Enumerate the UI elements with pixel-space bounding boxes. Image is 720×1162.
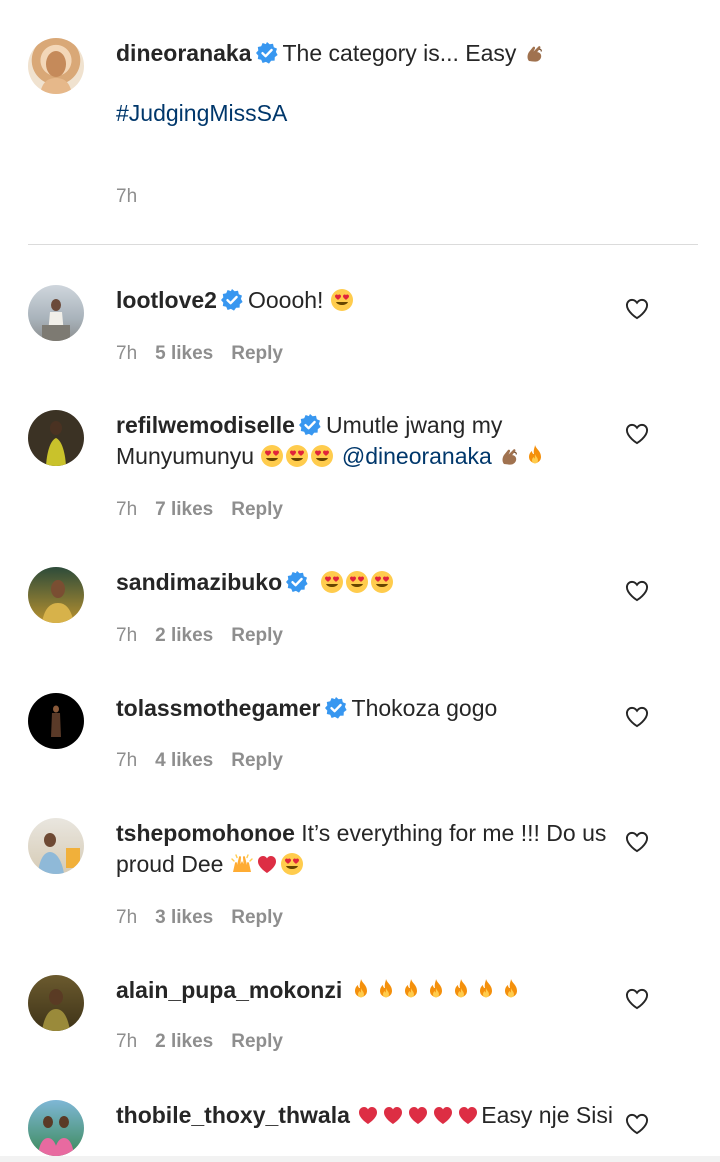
comment-username[interactable]: tshepomohonoe — [116, 820, 295, 846]
mention-link[interactable]: @dineoranaka — [342, 443, 492, 469]
heart-eyes-emoji — [311, 445, 334, 467]
red-heart-emoji — [359, 1107, 378, 1124]
avatar[interactable] — [28, 693, 84, 749]
reply-button[interactable]: Reply — [231, 750, 283, 771]
heart-outline-icon[interactable] — [624, 422, 650, 446]
comment-meta: 7h 4 likes Reply — [116, 750, 301, 772]
heart-eyes-emoji — [280, 853, 303, 875]
comment-text: sandimazibuko — [116, 567, 616, 598]
fire-emoji — [404, 979, 417, 998]
avatar[interactable] — [28, 410, 84, 466]
fire-emoji — [454, 979, 467, 998]
comment-time: 7h — [116, 750, 138, 771]
fire-emoji — [479, 979, 492, 998]
heart-outline-icon[interactable] — [624, 297, 650, 321]
fire-emoji — [379, 979, 392, 998]
likes-count[interactable]: 3 likes — [155, 907, 213, 928]
comment-meta: 7h 7 likes Reply — [116, 499, 301, 521]
caption-time: 7h — [116, 186, 138, 207]
comment-time: 7h — [116, 499, 138, 520]
verified-badge-icon — [255, 42, 278, 64]
comment-time: 7h — [116, 1031, 138, 1052]
heart-eyes-emoji — [345, 571, 368, 593]
avatar[interactable] — [28, 285, 84, 341]
likes-count[interactable]: 2 likes — [155, 625, 213, 646]
reply-button[interactable]: Reply — [231, 343, 283, 364]
comment-text: tolassmothegamer Thokoza gogo — [116, 693, 616, 724]
verified-badge-icon — [298, 414, 321, 436]
avatar[interactable] — [28, 1100, 84, 1156]
comment-text: refilwemodiselle Umutle jwang my Munyumun… — [116, 410, 616, 472]
hashtag-link[interactable]: #JudgingMissSA — [116, 100, 287, 127]
heart-eyes-emoji — [286, 445, 309, 467]
comment-text: lootlove2 Ooooh! — [116, 285, 616, 316]
avatar[interactable] — [28, 567, 84, 623]
caption-username[interactable]: dineoranaka — [116, 40, 252, 66]
red-heart-emoji — [409, 1107, 428, 1124]
comment-text: thobile_thoxy_thwala Easy nje Sisi — [116, 1100, 616, 1131]
fire-emoji — [354, 979, 367, 998]
likes-count[interactable]: 2 likes — [155, 1031, 213, 1052]
verified-badge-icon — [286, 571, 309, 593]
heart-eyes-emoji — [330, 289, 353, 311]
heart-outline-icon[interactable] — [624, 705, 650, 729]
comment-username[interactable]: alain_pupa_mokonzi — [116, 977, 342, 1003]
fire-emoji — [529, 445, 542, 464]
avatar[interactable] — [28, 975, 84, 1031]
red-heart-emoji — [384, 1107, 403, 1124]
bottom-edge — [0, 1156, 720, 1162]
comment-text: tshepomohonoe It’s everything for me !!!… — [116, 818, 616, 880]
caption-body: The category is... Easy — [282, 40, 517, 66]
comment-username[interactable]: lootlove2 — [116, 287, 217, 313]
heart-eyes-emoji — [370, 571, 393, 593]
comment-username[interactable]: tolassmothegamer — [116, 695, 321, 721]
heart-eyes-emoji — [261, 445, 284, 467]
comment-time: 7h — [116, 907, 138, 928]
fire-emoji — [504, 979, 517, 998]
reply-button[interactable]: Reply — [231, 907, 283, 928]
heart-outline-icon[interactable] — [624, 987, 650, 1011]
comment-time: 7h — [116, 625, 138, 646]
pinching-hand-emoji — [502, 448, 518, 466]
pinching-hand-emoji — [526, 45, 542, 63]
heart-outline-icon[interactable] — [624, 830, 650, 854]
comment-text: alain_pupa_mokonzi — [116, 975, 616, 1006]
comment-username[interactable]: sandimazibuko — [116, 569, 282, 595]
divider — [28, 244, 698, 245]
likes-count[interactable]: 5 likes — [155, 343, 213, 364]
caption-text: dineoranaka The category is... Easy — [116, 38, 676, 68]
comment-body: Easy nje Sisi — [481, 1102, 613, 1128]
raised-hands-emoji — [231, 854, 253, 873]
avatar[interactable] — [28, 38, 84, 94]
verified-badge-icon — [220, 289, 243, 311]
heart-outline-icon[interactable] — [624, 1112, 650, 1136]
avatar[interactable] — [28, 818, 84, 874]
comment-body: Ooooh! — [247, 287, 324, 313]
reply-button[interactable]: Reply — [231, 499, 283, 520]
fire-emoji — [429, 979, 442, 998]
reply-button[interactable]: Reply — [231, 625, 283, 646]
likes-count[interactable]: 4 likes — [155, 750, 213, 771]
likes-count[interactable]: 7 likes — [155, 499, 213, 520]
red-heart-emoji — [257, 856, 276, 873]
comment-username[interactable]: thobile_thoxy_thwala — [116, 1102, 350, 1128]
comment-body: Thokoza gogo — [351, 695, 498, 721]
red-heart-emoji — [434, 1107, 453, 1124]
reply-button[interactable]: Reply — [231, 1031, 283, 1052]
red-heart-emoji — [459, 1107, 478, 1124]
comment-meta: 7h 2 likes Reply — [116, 625, 301, 647]
heart-outline-icon[interactable] — [624, 579, 650, 603]
verified-badge-icon — [324, 697, 347, 719]
comment-time: 7h — [116, 343, 138, 364]
comment-username[interactable]: refilwemodiselle — [116, 412, 295, 438]
comment-meta: 7h 2 likes Reply — [116, 1031, 301, 1053]
comment-meta: 7h 5 likes Reply — [116, 343, 301, 365]
comment-meta: 7h 3 likes Reply — [116, 907, 301, 929]
heart-eyes-emoji — [320, 571, 343, 593]
